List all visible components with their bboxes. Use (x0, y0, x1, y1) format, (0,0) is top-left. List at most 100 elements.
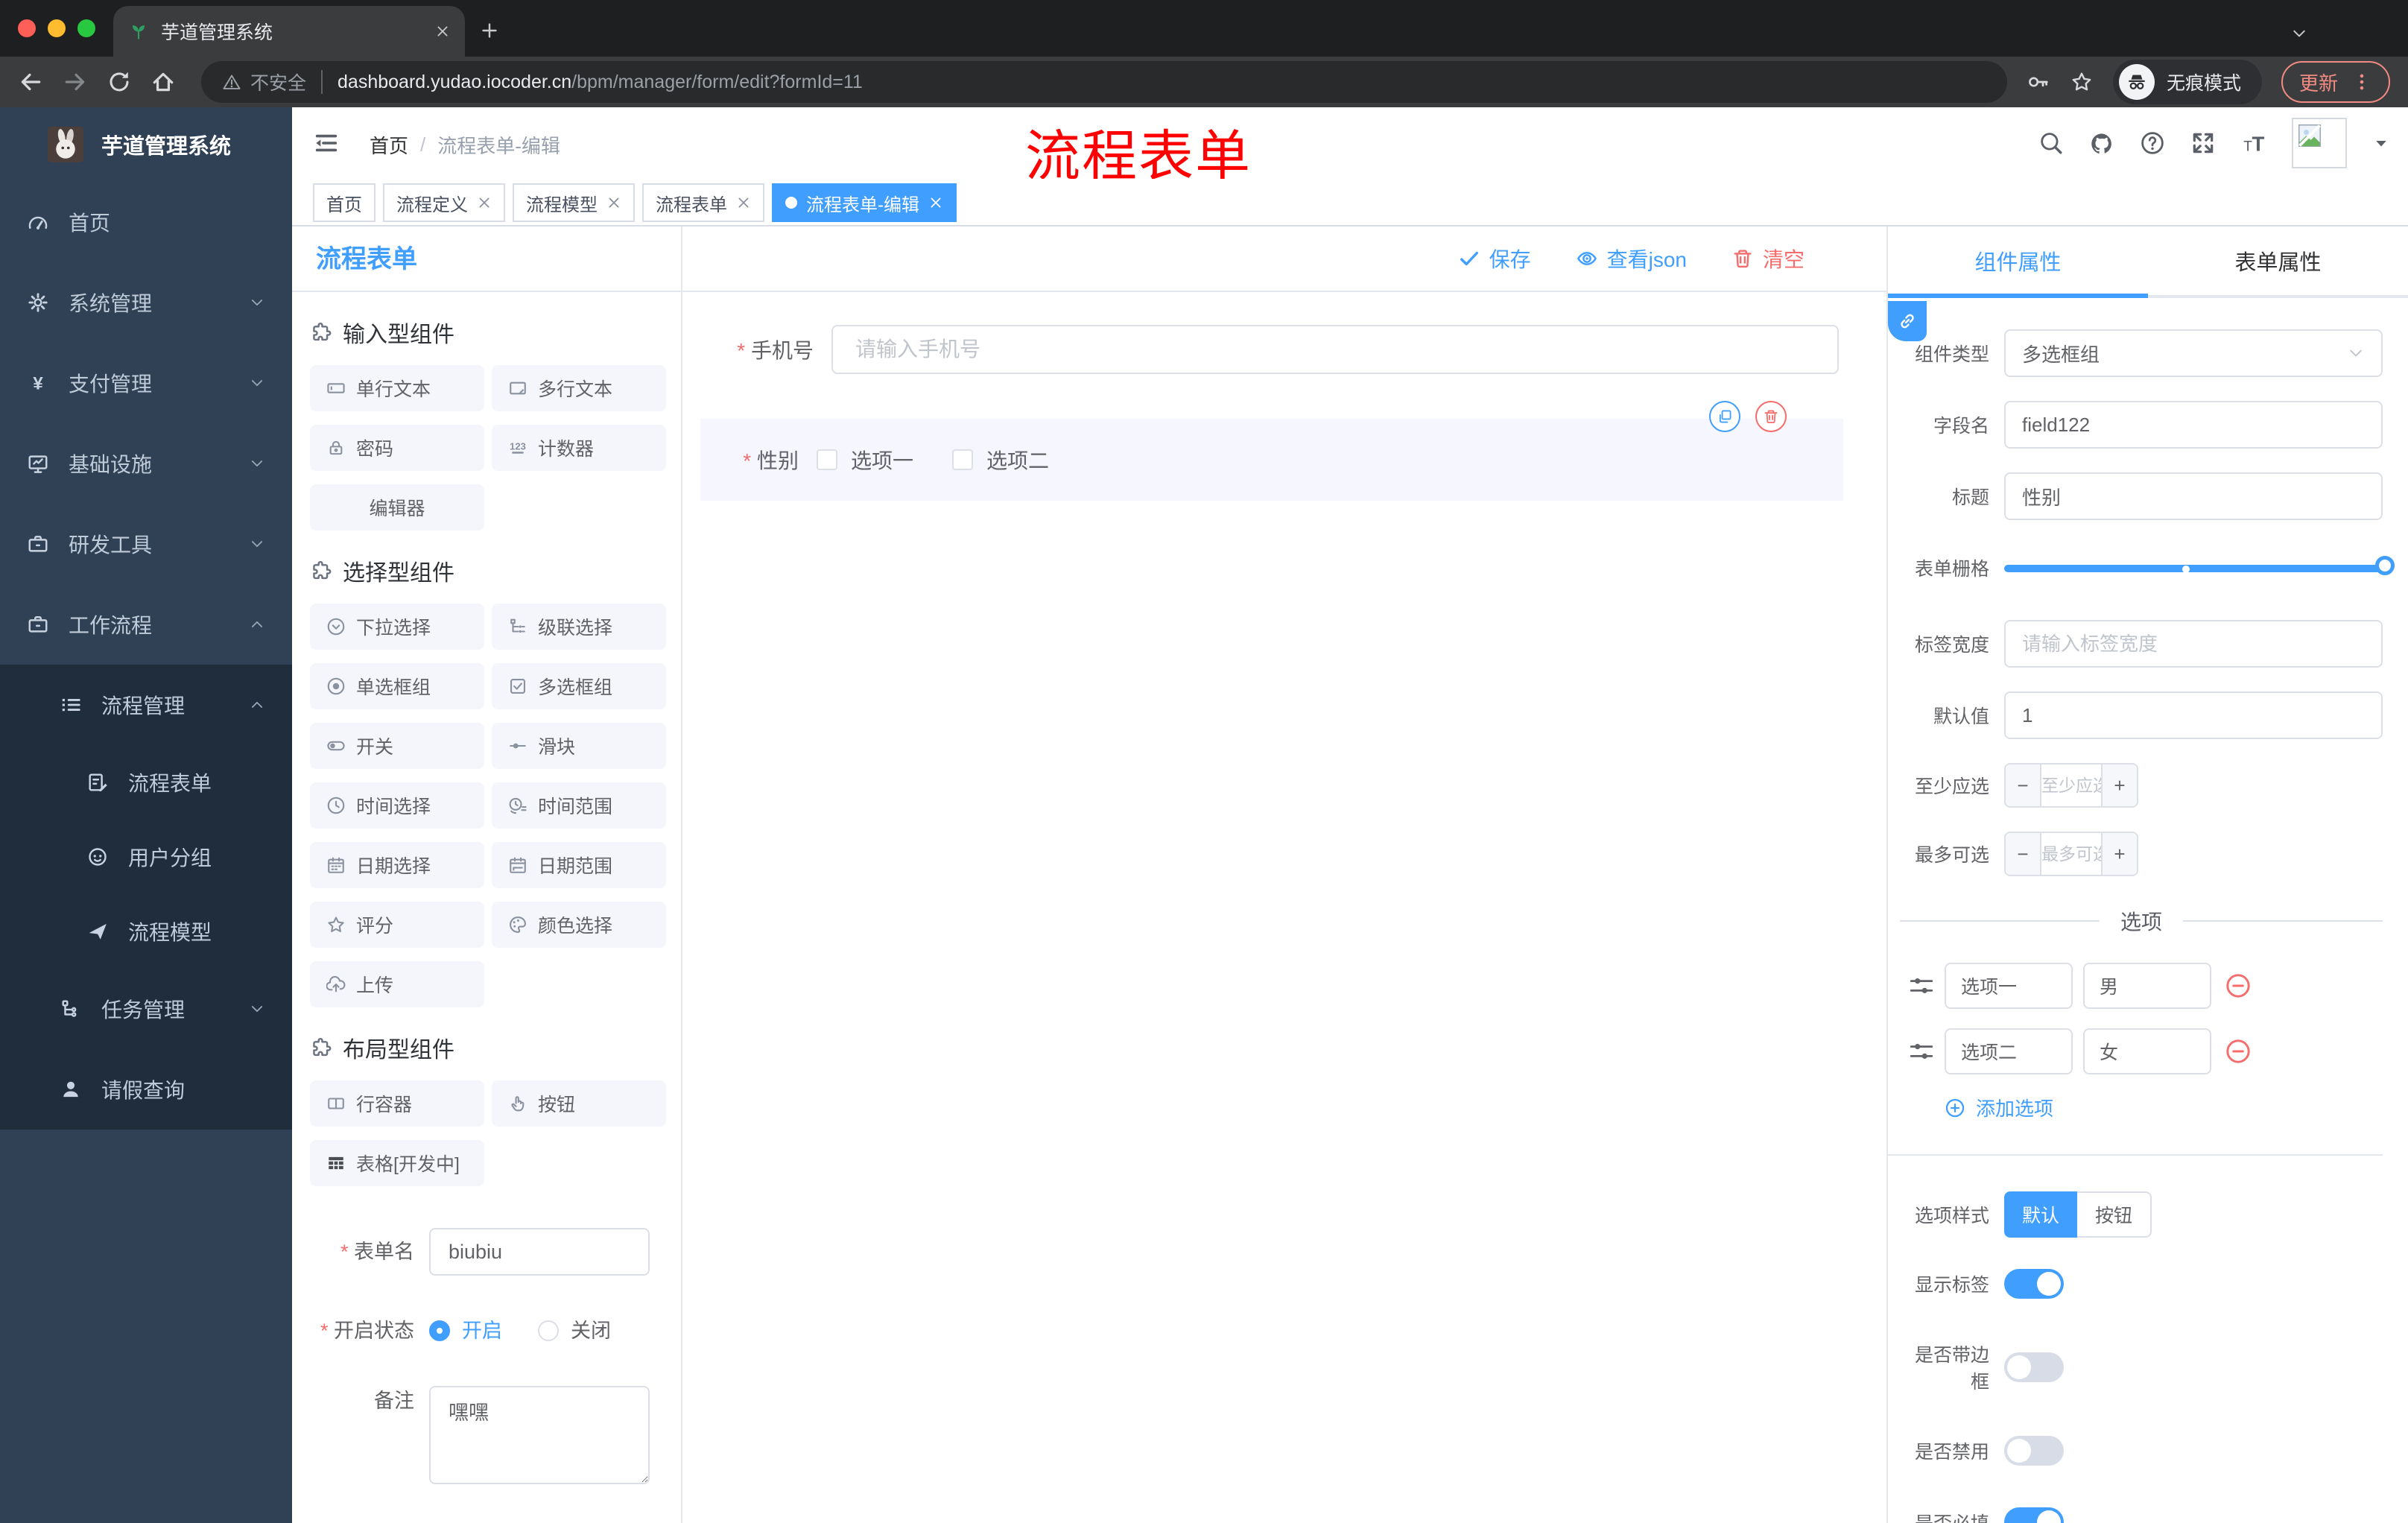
window-controls[interactable] (18, 19, 95, 37)
border-toggle-off[interactable] (2004, 1352, 2064, 1382)
radio-off-label[interactable]: 关闭 (571, 1307, 611, 1355)
radio-on-label[interactable]: 开启 (462, 1307, 502, 1355)
tag-process-model[interactable]: 流程模型 (513, 183, 635, 222)
component-time-range[interactable]: 时间范围 (492, 782, 666, 829)
sidebar-item-infra[interactable]: 基础设施 (0, 423, 292, 504)
sidebar-item-user-group[interactable]: 用户分组 (0, 820, 292, 894)
checkbox-box[interactable] (952, 449, 974, 470)
option-1-value-input[interactable] (2083, 963, 2211, 1009)
component-switch[interactable]: 开关 (310, 723, 484, 769)
fullscreen-icon[interactable] (2190, 130, 2216, 156)
radio-off[interactable] (538, 1320, 559, 1341)
tab-list-chevron-icon[interactable] (2290, 18, 2308, 45)
option-2-name-input[interactable] (1945, 1028, 2073, 1074)
help-icon[interactable] (2140, 130, 2165, 156)
tag-close-icon[interactable] (606, 195, 621, 210)
sidebar-item-payment[interactable]: 支付管理 (0, 343, 292, 423)
sidebar-item-process-mgmt[interactable]: 流程管理 (0, 665, 292, 745)
view-json-button[interactable]: 查看json (1576, 244, 1687, 273)
phone-field-row[interactable]: 手机号 (700, 325, 1886, 374)
tag-process-form[interactable]: 流程表单 (642, 183, 764, 222)
style-default-button[interactable]: 默认 (2004, 1191, 2078, 1238)
field-name-input[interactable] (2004, 401, 2383, 449)
title-input[interactable] (2004, 472, 2383, 520)
sidebar-item-leave-query[interactable]: 请假查询 (0, 1049, 292, 1130)
form-remark-textarea[interactable]: 嘿嘿 (429, 1386, 650, 1484)
component-slider[interactable]: 滑块 (492, 723, 666, 769)
component-single-text[interactable]: 单行文本 (310, 365, 484, 411)
tag-close-icon[interactable] (928, 195, 943, 210)
component-upload[interactable]: 上传 (310, 961, 484, 1007)
sidebar-item-task-mgmt[interactable]: 任务管理 (0, 969, 292, 1049)
address-bar[interactable]: 不安全 dashboard.yudao.iocoder.cn/bpm/manag… (201, 61, 2007, 103)
component-color-picker[interactable]: 颜色选择 (492, 902, 666, 948)
option-2-value-input[interactable] (2083, 1028, 2211, 1074)
min-select-input[interactable] (2041, 764, 2101, 806)
show-label-toggle-on[interactable] (2004, 1269, 2064, 1299)
radio-on-selected[interactable] (429, 1320, 450, 1341)
sidebar-item-devtools[interactable]: 研发工具 (0, 504, 292, 584)
component-checkbox-group[interactable]: 多选框组 (492, 663, 666, 709)
browser-tab[interactable]: 芋道管理系统 (113, 6, 465, 57)
sidebar-collapse-icon[interactable] (313, 130, 340, 156)
avatar-caret-icon[interactable] (2372, 134, 2390, 152)
remove-option-icon[interactable] (2225, 1038, 2252, 1065)
component-table[interactable]: 表格[开发中] (310, 1140, 484, 1186)
component-time-picker[interactable]: 时间选择 (310, 782, 484, 829)
max-select-input[interactable] (2041, 833, 2101, 875)
component-date-picker[interactable]: 日期选择 (310, 842, 484, 888)
tab-form-props[interactable]: 表单属性 (2148, 227, 2408, 295)
component-date-range[interactable]: 日期范围 (492, 842, 666, 888)
browser-update-button[interactable]: 更新 (2281, 61, 2390, 103)
password-key-icon[interactable] (2027, 70, 2050, 94)
avatar[interactable] (2292, 118, 2347, 168)
tag-close-icon[interactable] (736, 195, 751, 210)
component-counter[interactable]: 计数器 (492, 425, 666, 471)
sidebar-item-process-model[interactable]: 流程模型 (0, 894, 292, 969)
tab-close-icon[interactable] (435, 24, 450, 39)
label-width-input[interactable] (2004, 620, 2383, 668)
phone-input[interactable] (831, 325, 1839, 374)
component-password[interactable]: 密码 (310, 425, 484, 471)
sidebar-item-process-form[interactable]: 流程表单 (0, 745, 292, 820)
slider-handle[interactable] (2375, 556, 2395, 575)
stepper-plus-button[interactable]: + (2101, 764, 2137, 806)
sidebar-item-workflow[interactable]: 工作流程 (0, 584, 292, 665)
duplicate-component-button[interactable] (1709, 401, 1740, 432)
github-icon[interactable] (2089, 130, 2114, 156)
component-cascader[interactable]: 级联选择 (492, 604, 666, 650)
component-row-container[interactable]: 行容器 (310, 1080, 484, 1127)
sidebar-logo-row[interactable]: 芋道管理系统 (0, 107, 292, 182)
sidebar-item-home[interactable]: 首页 (0, 182, 292, 262)
stepper-minus-button[interactable]: − (2006, 764, 2041, 806)
checkbox-option-2[interactable]: 选项二 (952, 445, 1049, 475)
breadcrumb-home-link[interactable]: 首页 (370, 131, 408, 159)
forward-icon[interactable] (63, 69, 88, 95)
form-name-input[interactable] (429, 1228, 650, 1276)
new-tab-button[interactable] (480, 15, 499, 42)
gender-field-block-selected[interactable]: 性别 选项一 选项二 (700, 401, 1843, 501)
component-type-select[interactable]: 多选框组 (2004, 329, 2383, 377)
tab-component-props[interactable]: 组件属性 (1888, 227, 2148, 298)
close-window-button[interactable] (18, 19, 36, 37)
bookmark-star-icon[interactable] (2070, 70, 2094, 94)
link-badge[interactable] (1888, 301, 1927, 341)
component-button[interactable]: 按钮 (492, 1080, 666, 1127)
default-value-input[interactable] (2004, 691, 2383, 739)
browser-menu-dots-icon[interactable] (2351, 72, 2372, 92)
tag-home[interactable]: 首页 (313, 183, 376, 222)
back-icon[interactable] (18, 69, 43, 95)
required-toggle-on[interactable] (2004, 1507, 2064, 1523)
home-icon[interactable] (150, 69, 176, 95)
font-size-icon[interactable] (2241, 130, 2266, 156)
minimize-window-button[interactable] (48, 19, 66, 37)
sidebar-item-system[interactable]: 系统管理 (0, 262, 292, 343)
maximize-window-button[interactable] (77, 19, 95, 37)
save-button[interactable]: 保存 (1458, 244, 1531, 273)
component-dropdown[interactable]: 下拉选择 (310, 604, 484, 650)
component-radio-group[interactable]: 单选框组 (310, 663, 484, 709)
tag-close-icon[interactable] (477, 195, 492, 210)
delete-component-button[interactable] (1755, 401, 1787, 432)
component-multi-text[interactable]: 多行文本 (492, 365, 666, 411)
disabled-toggle-off[interactable] (2004, 1436, 2064, 1466)
